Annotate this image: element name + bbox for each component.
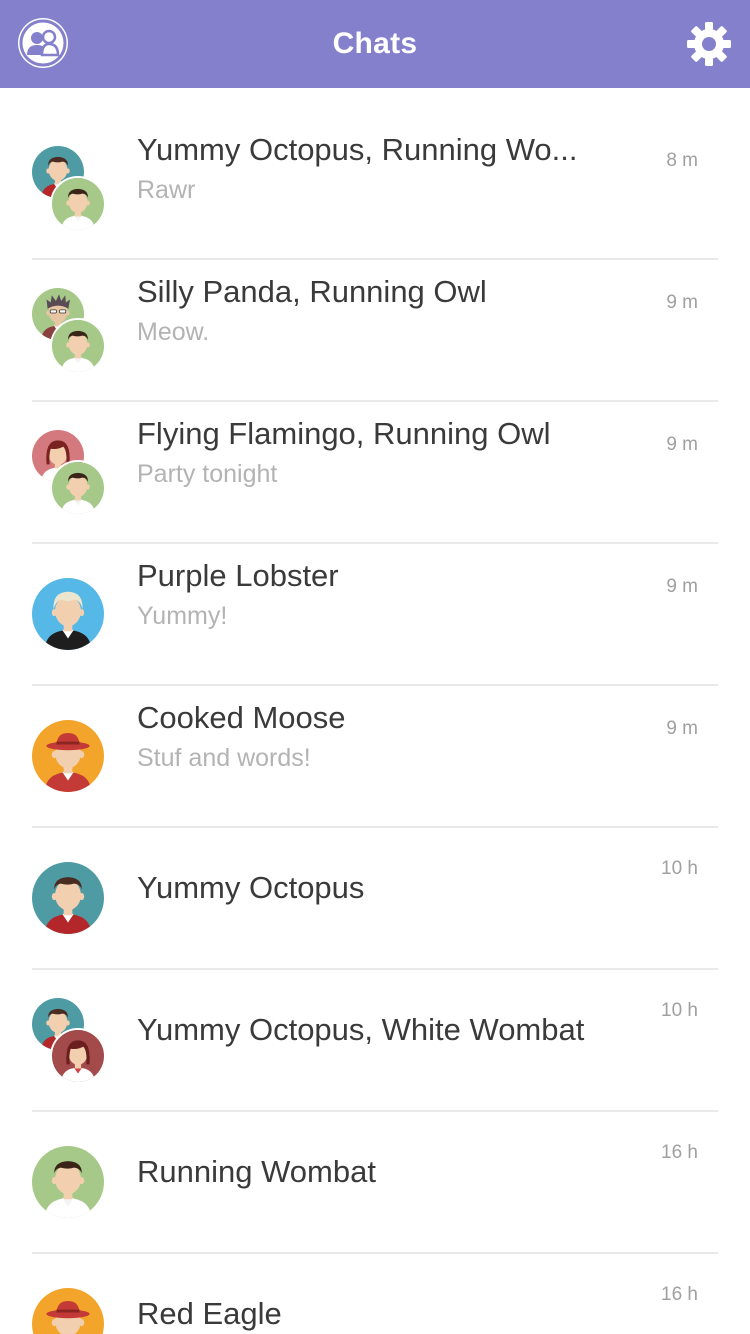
avatar-group — [32, 572, 106, 658]
nav-bar: Chats — [0, 0, 750, 88]
avatar-group — [32, 714, 106, 800]
chat-timestamp: 10 h — [661, 858, 698, 879]
avatar — [32, 1146, 104, 1218]
chat-row[interactable]: Flying Flamingo, Running Owl Party tonigh… — [0, 402, 750, 544]
chat-preview: Rawr — [137, 176, 196, 204]
chat-timestamp: 9 m — [666, 576, 698, 597]
chat-timestamp: 16 h — [661, 1142, 698, 1163]
avatar-group — [32, 1282, 106, 1334]
chat-timestamp: 9 m — [666, 292, 698, 313]
avatar — [32, 720, 104, 792]
chat-title: Purple Lobster — [137, 558, 339, 593]
avatar-group — [32, 430, 106, 516]
chat-timestamp: 8 m — [666, 150, 698, 171]
avatar — [52, 320, 104, 372]
avatar-group — [32, 146, 106, 232]
chat-row[interactable]: Yummy Octopus, White Wombat 10 h — [0, 970, 750, 1112]
chat-title: Yummy Octopus, White Wombat — [137, 1012, 585, 1047]
chat-preview: Yummy! — [137, 602, 228, 630]
chat-title: Cooked Moose — [137, 700, 346, 735]
gear-icon[interactable] — [684, 19, 734, 69]
chat-title: Silly Panda, Running Owl — [137, 274, 487, 309]
avatar-group — [32, 288, 106, 374]
avatar-group — [32, 856, 106, 942]
chat-preview: Meow. — [137, 318, 210, 346]
page-title: Chats — [332, 27, 418, 60]
chat-list[interactable]: Yummy Octopus, Running Wo... Rawr 8 m Sill… — [0, 88, 750, 1334]
avatar-group — [32, 998, 106, 1084]
chat-timestamp: 16 h — [661, 1284, 698, 1305]
avatar — [32, 578, 104, 650]
chat-row[interactable]: Cooked Moose Stuf and words! 9 m — [0, 686, 750, 828]
avatar — [32, 1288, 104, 1334]
chat-row[interactable]: Yummy Octopus, Running Wo... Rawr 8 m — [0, 118, 750, 260]
avatar — [52, 1030, 104, 1082]
avatar — [52, 462, 104, 514]
chat-preview: Stuf and words! — [137, 744, 311, 772]
chat-title: Red Eagle — [137, 1296, 282, 1331]
avatar-group — [32, 1140, 106, 1226]
chat-timestamp: 9 m — [666, 434, 698, 455]
avatar — [32, 862, 104, 934]
chat-title: Flying Flamingo, Running Owl — [137, 416, 551, 451]
avatar — [52, 178, 104, 230]
chat-timestamp: 10 h — [661, 1000, 698, 1021]
chat-timestamp: 9 m — [666, 718, 698, 739]
chat-title: Yummy Octopus — [137, 870, 365, 905]
chat-row[interactable]: Running Wombat 16 h — [0, 1112, 750, 1254]
chat-row[interactable]: Yummy Octopus 10 h — [0, 828, 750, 970]
chat-title: Running Wombat — [137, 1154, 376, 1189]
chat-row[interactable]: Red Eagle 16 h — [0, 1254, 750, 1334]
chat-row[interactable]: Purple Lobster Yummy! 9 m — [0, 544, 750, 686]
contacts-icon[interactable] — [18, 18, 68, 68]
chat-preview: Party tonight — [137, 460, 278, 488]
chats-screen: Chats Yummy Octopus, Running Wo... Rawr … — [0, 0, 750, 1334]
chat-row[interactable]: Silly Panda, Running Owl Meow. 9 m — [0, 260, 750, 402]
chat-title: Yummy Octopus, Running Wo... — [137, 132, 578, 167]
